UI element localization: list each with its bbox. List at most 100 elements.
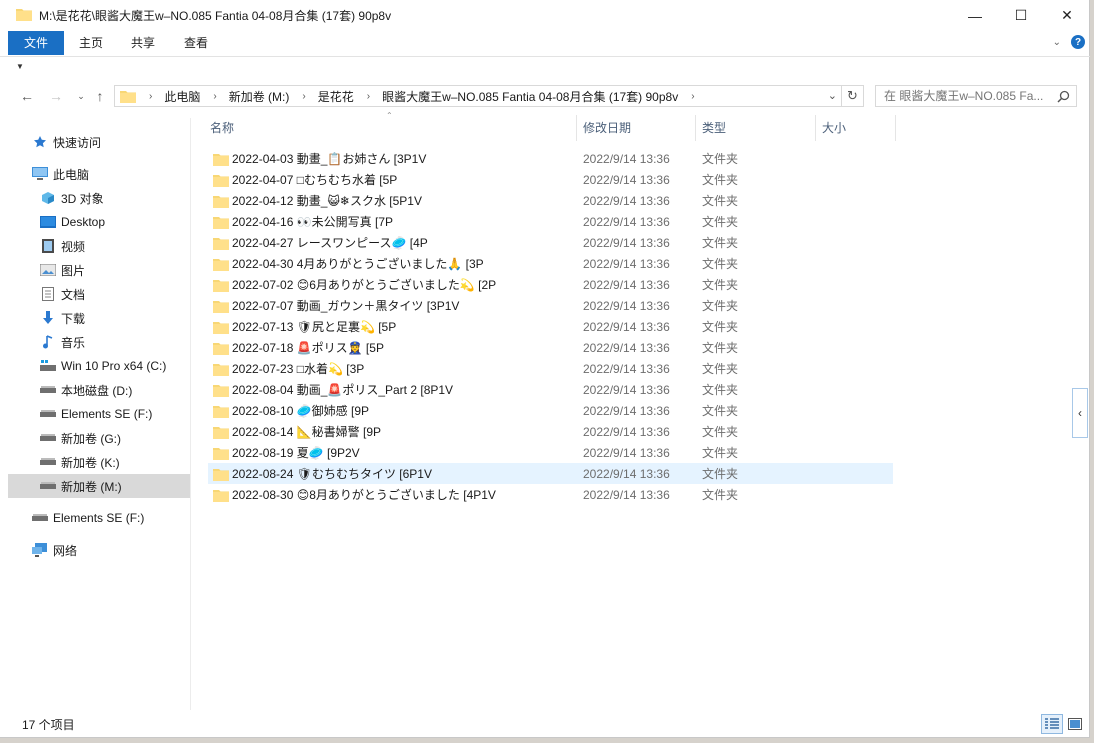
nav-item-elements-se[interactable]: Elements SE (F:) (8, 506, 190, 530)
file-name: 2022-04-30 4月ありがとうございました🙏 [3P (232, 257, 484, 271)
breadcrumb-this-pc[interactable]: 此电脑 (164, 88, 200, 105)
nav-item-downloads[interactable]: 下载 (8, 306, 190, 330)
file-row[interactable]: 2022-08-10 🥏御姉感 [9P 2022/9/14 13:36 文件夹 (208, 400, 893, 421)
tab-view[interactable]: 查看 (177, 31, 215, 55)
file-name: 2022-07-02 😊6月ありがとうございました💫 [2P (232, 278, 497, 292)
file-row[interactable]: 2022-08-14 📐秘書婦警 [9P 2022/9/14 13:36 文件夹 (208, 421, 893, 442)
nav-item-documents[interactable]: 文档 (8, 282, 190, 306)
nav-label: 下载 (61, 311, 86, 326)
refresh-icon[interactable]: ↻ (841, 86, 863, 106)
search-icon[interactable] (1057, 90, 1070, 106)
nav-item-drive-f[interactable]: Elements SE (F:) (8, 402, 190, 426)
background-strip-bottom (0, 738, 1094, 743)
file-row[interactable]: 2022-07-23 □水着💫 [3P 2022/9/14 13:36 文件夹 (208, 358, 893, 379)
file-row[interactable]: 2022-08-19 夏🥏 [9P2V 2022/9/14 13:36 文件夹 (208, 442, 893, 463)
folder-icon (213, 257, 229, 271)
breadcrumb-separator-icon[interactable]: › (691, 91, 694, 102)
breadcrumb-current-folder[interactable]: 眼酱大魔王w–NO.085 Fantia 04-08月合集 (17套) 90p8… (382, 88, 678, 105)
details-pane-toggle-chevron-icon[interactable]: ‹ (1072, 388, 1088, 438)
nav-item-network[interactable]: 网络 (8, 538, 190, 562)
document-icon (40, 286, 56, 302)
nav-item-this-pc[interactable]: 此电脑 (8, 162, 190, 186)
column-header-type[interactable]: 类型 (696, 115, 816, 141)
breadcrumb-drive-m[interactable]: 新加卷 (M:) (229, 88, 290, 105)
file-row[interactable]: 2022-08-04 動画_🚨ポリス_Part 2 [8P1V 2022/9/14… (208, 379, 893, 400)
minimize-button[interactable]: — (952, 0, 998, 31)
tab-file[interactable]: 文件 (8, 31, 64, 55)
quick-access-toolbar-dropdown-icon[interactable]: ▼ (16, 62, 24, 71)
drive-icon (40, 478, 56, 494)
close-button[interactable]: ✕ (1044, 0, 1090, 31)
file-row[interactable]: 2022-04-07 □むちむち水着 [5P 2022/9/14 13:36 文件夹 (208, 169, 893, 190)
folder-icon (213, 152, 229, 166)
file-modified-date: 2022/9/14 13:36 (583, 172, 670, 187)
breadcrumb-separator-icon[interactable]: › (302, 91, 305, 102)
file-type: 文件夹 (702, 173, 739, 187)
file-name: 2022-08-14 📐秘書婦警 [9P (232, 425, 382, 439)
explorer-window: M:\是花花\眼酱大魔王w–NO.085 Fantia 04-08月合集 (17… (0, 0, 1090, 738)
title-bar: M:\是花花\眼酱大魔王w–NO.085 Fantia 04-08月合集 (17… (0, 0, 1090, 31)
computer-icon (32, 166, 48, 182)
details-view-icon[interactable] (1041, 714, 1063, 734)
file-modified-date: 2022/9/14 13:36 (583, 382, 670, 397)
nav-item-desktop[interactable]: Desktop (8, 210, 190, 234)
breadcrumb-separator-icon[interactable]: › (213, 91, 216, 102)
nav-label: 新加卷 (K:) (61, 455, 120, 470)
forward-arrow-icon[interactable]: → (47, 86, 65, 106)
file-row[interactable]: 2022-04-03 動畫_📋お姉さん [3P1V 2022/9/14 13:36… (208, 148, 893, 169)
folder-icon (213, 299, 229, 313)
nav-item-drive-d[interactable]: 本地磁盘 (D:) (8, 378, 190, 402)
search-input[interactable] (884, 89, 1060, 103)
nav-item-videos[interactable]: 视频 (8, 234, 190, 258)
nav-item-drive-c[interactable]: Win 10 Pro x64 (C:) (8, 354, 190, 378)
back-arrow-icon[interactable]: ← (18, 86, 36, 106)
file-modified-date: 2022/9/14 13:36 (583, 298, 670, 313)
file-row[interactable]: 2022-08-30 😊8月ありがとうございました [4P1V 2022/9/14… (208, 484, 893, 505)
nav-item-drive-m[interactable]: 新加卷 (M:) (8, 474, 190, 498)
file-row[interactable]: 2022-04-12 動畫_😺❄スク水 [5P1V 2022/9/14 13:36… (208, 190, 893, 211)
file-row[interactable]: 2022-07-07 動画_ガウン＋黒タイツ [3P1V 2022/9/14 13… (208, 295, 893, 316)
nav-item-pictures[interactable]: 图片 (8, 258, 190, 282)
file-row[interactable]: 2022-07-13 🛡尻と足裏💫 [5P 2022/9/14 13:36 文件夹 (208, 316, 893, 337)
address-bar[interactable]: › 此电脑 › 新加卷 (M:) › 是花花 › 眼酱大魔王w–NO.085 F… (114, 85, 864, 107)
file-row[interactable]: 2022-04-16 👀未公開写真 [7P 2022/9/14 13:36 文件夹 (208, 211, 893, 232)
column-header-date[interactable]: 修改日期 (577, 115, 696, 141)
nav-label: 此电脑 (53, 167, 90, 182)
nav-item-3d-objects[interactable]: 3D 对象 (8, 186, 190, 210)
address-history-chevron-icon[interactable]: ⌄ (828, 89, 837, 102)
file-modified-date: 2022/9/14 13:36 (583, 361, 670, 376)
item-count: 17 个项目 (22, 718, 75, 732)
folder-icon (213, 467, 229, 481)
column-header-name[interactable]: 名称 (204, 115, 577, 141)
file-type: 文件夹 (702, 320, 739, 334)
expand-ribbon-chevron-icon[interactable]: ⌄ (1053, 37, 1061, 48)
folder-icon (213, 446, 229, 460)
file-row[interactable]: 2022-08-24 🛡むちむちタイツ [6P1V 2022/9/14 13:36… (208, 463, 893, 484)
breadcrumb-folder-parent[interactable]: 是花花 (318, 88, 354, 105)
maximize-button[interactable]: ☐ (998, 0, 1044, 31)
nav-item-drive-k[interactable]: 新加卷 (K:) (8, 450, 190, 474)
file-row[interactable]: 2022-04-27 レースワンピース🥏 [4P 2022/9/14 13:36 文… (208, 232, 893, 253)
music-icon (40, 334, 56, 350)
file-row[interactable]: 2022-04-30 4月ありがとうございました🙏 [3P 2022/9/14 1… (208, 253, 893, 274)
large-icons-view-icon[interactable] (1064, 714, 1086, 734)
nav-item-quick-access[interactable]: 快速访问 (8, 130, 190, 154)
breadcrumb-separator-icon[interactable]: › (367, 91, 370, 102)
recent-locations-chevron-icon[interactable]: ⌄ (72, 86, 90, 106)
tab-home[interactable]: 主页 (72, 31, 110, 55)
up-arrow-icon[interactable]: ↑ (91, 86, 109, 106)
file-row[interactable]: 2022-07-18 🚨ポリス👮‍♀ [5P 2022/9/14 13:36 文件夹 (208, 337, 893, 358)
file-list: ⌃ 名称 修改日期 类型 大小 2022-04-03 動畫_📋お姉さん [3P1… (192, 111, 1072, 711)
help-icon[interactable]: ? (1071, 35, 1085, 49)
file-row[interactable]: 2022-07-02 😊6月ありがとうございました💫 [2P 2022/9/14 … (208, 274, 893, 295)
nav-item-drive-g[interactable]: 新加卷 (G:) (8, 426, 190, 450)
file-modified-date: 2022/9/14 13:36 (583, 466, 670, 481)
search-box[interactable] (875, 85, 1077, 107)
nav-label: Elements SE (F:) (61, 407, 153, 421)
tab-share[interactable]: 共享 (124, 31, 162, 55)
nav-label: 视频 (61, 239, 86, 254)
breadcrumb-separator-icon[interactable]: › (149, 91, 152, 102)
nav-item-music[interactable]: 音乐 (8, 330, 190, 354)
file-name: 2022-08-19 夏🥏 [9P2V (232, 446, 360, 460)
column-header-size[interactable]: 大小 (816, 115, 896, 141)
